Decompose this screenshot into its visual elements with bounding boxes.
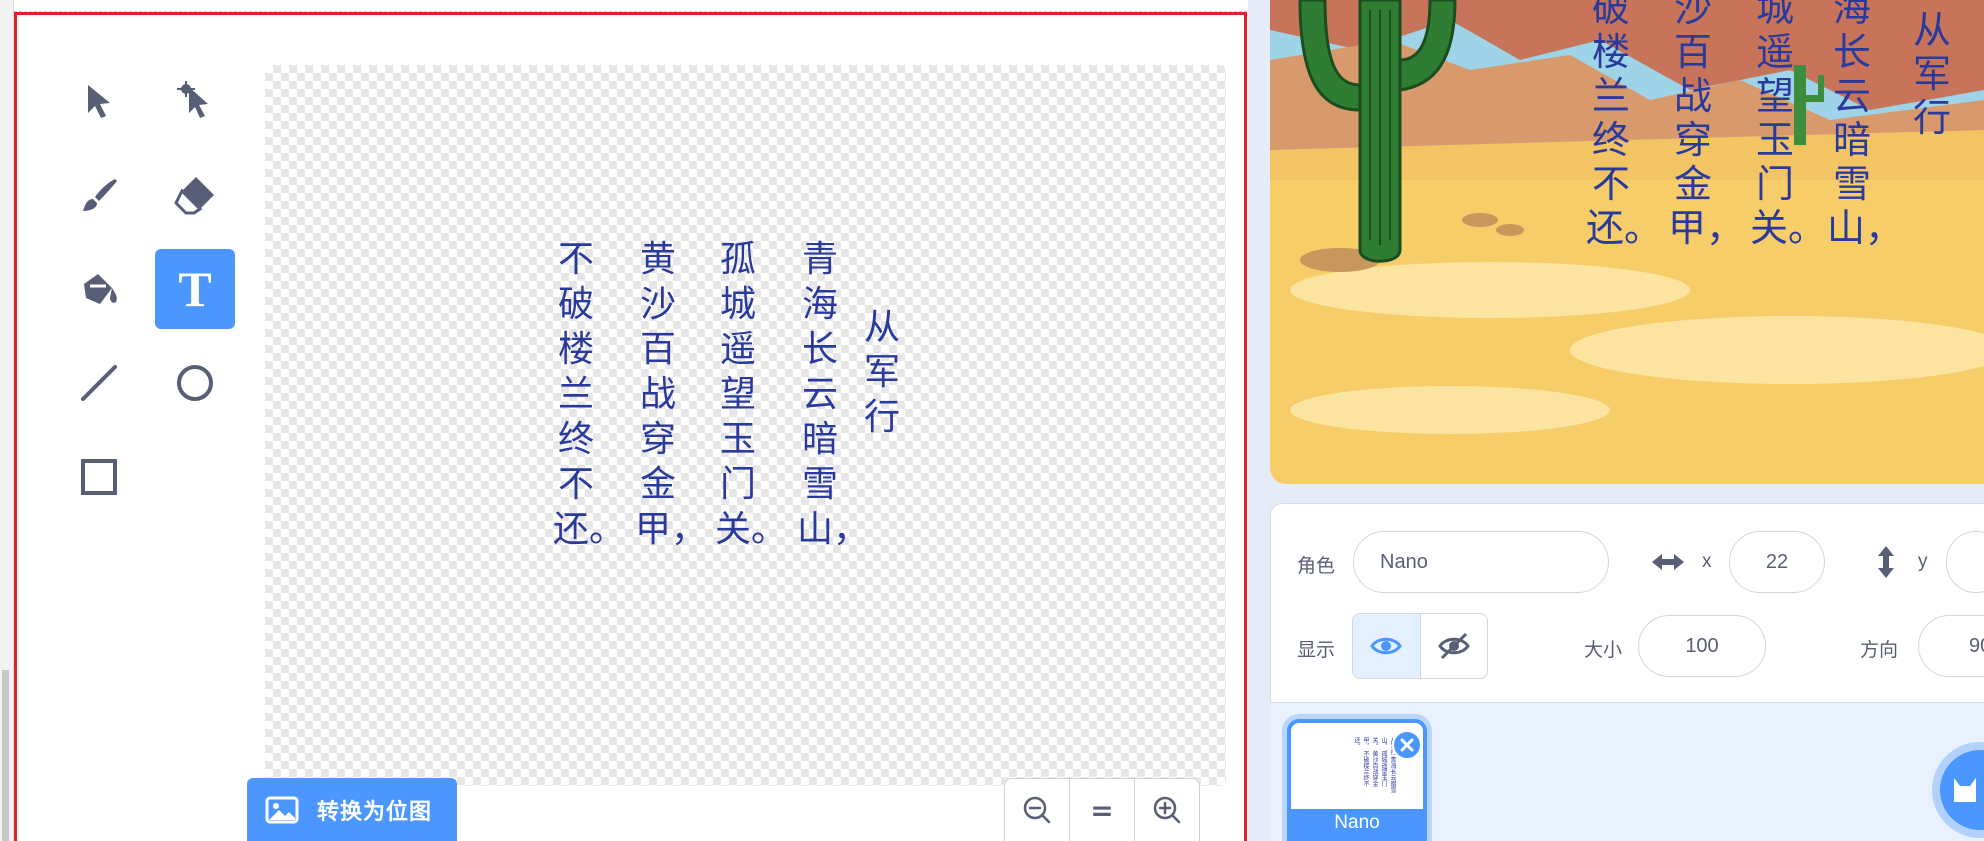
horizontal-arrows-icon xyxy=(1652,554,1684,570)
left-scroll-strip xyxy=(0,0,14,841)
convert-to-bitmap-button[interactable]: 转换为位图 xyxy=(247,778,457,841)
delete-sprite-button[interactable] xyxy=(1392,730,1422,760)
line-tool-icon[interactable] xyxy=(59,343,139,423)
sprite-name-label: 角色 xyxy=(1297,555,1336,577)
zoom-reset-button[interactable]: = xyxy=(1070,779,1135,841)
circle-tool-icon[interactable] xyxy=(155,343,235,423)
cat-icon xyxy=(1954,778,1976,802)
show-button[interactable] xyxy=(1353,614,1420,678)
zoom-in-icon xyxy=(1153,796,1181,824)
sprite-thumbnail-name: Nano xyxy=(1291,809,1423,837)
convert-to-bitmap-label: 转换为位图 xyxy=(317,799,433,825)
canvas-poem-line-4[interactable]: 不破楼兰终不还。 xyxy=(553,237,625,552)
direction-field[interactable]: 90 xyxy=(1918,615,1984,677)
scrollbar-thumb[interactable] xyxy=(2,670,9,841)
vertical-arrows-icon xyxy=(1878,546,1894,578)
stage-poem-line-1: 海长云暗雪山， xyxy=(1827,0,1904,250)
text-tool-icon[interactable]: T xyxy=(155,249,235,329)
top-divider xyxy=(14,0,1247,12)
sprite-thumbnail-preview: 从军行 青海长云暗雪山， 孤城遥望玉门关。 黄沙百战穿金甲， 不破楼兰终不还。 xyxy=(1353,737,1396,793)
show-label: 显示 xyxy=(1297,639,1336,661)
stage-poem-title: 从军行 xyxy=(1912,8,1951,140)
zoom-out-icon xyxy=(1023,796,1051,824)
close-icon xyxy=(1400,738,1414,752)
fill-tool-icon[interactable] xyxy=(59,249,139,329)
zoom-controls: = xyxy=(1004,778,1200,841)
canvas-poem-line-1[interactable]: 青海长云暗雪山， xyxy=(797,237,869,552)
rectangle-tool-icon[interactable] xyxy=(59,437,139,517)
paint-editor: T 从军行 青海长云暗雪山， 孤城遥望玉门关。 黄沙百战穿金甲， 不破楼兰终不还… xyxy=(14,12,1247,841)
x-field[interactable]: 22 xyxy=(1729,531,1825,593)
x-label: x xyxy=(1702,551,1712,572)
zoom-in-button[interactable] xyxy=(1135,779,1199,841)
reshape-tool-icon[interactable] xyxy=(155,61,235,141)
canvas-poem-line-2[interactable]: 孤城遥望玉门关。 xyxy=(715,237,787,552)
stage-poem-line-2: 城遥望玉门关。 xyxy=(1750,0,1827,250)
size-label: 大小 xyxy=(1584,639,1623,661)
direction-value: 90 xyxy=(1969,634,1984,657)
stage-poem-line-3: 沙百战穿金甲， xyxy=(1668,0,1745,250)
eye-icon xyxy=(1370,637,1403,655)
size-field[interactable]: 100 xyxy=(1638,615,1766,677)
canvas-poem-line-3[interactable]: 黄沙百战穿金甲， xyxy=(635,237,707,552)
select-tool-icon[interactable] xyxy=(59,61,139,141)
brush-tool-icon[interactable] xyxy=(59,155,139,235)
sprite-name-value: Nano xyxy=(1380,550,1428,573)
visibility-toggle xyxy=(1352,613,1488,679)
zoom-reset-label: = xyxy=(1090,793,1114,827)
text-tool-glyph: T xyxy=(178,261,212,317)
y-label: y xyxy=(1918,551,1928,572)
x-value: 22 xyxy=(1765,550,1789,573)
sprite-name-field[interactable]: Nano xyxy=(1353,531,1609,593)
eraser-tool-icon[interactable] xyxy=(155,155,235,235)
image-icon xyxy=(265,796,299,823)
direction-label: 方向 xyxy=(1860,639,1899,661)
size-value: 100 xyxy=(1685,634,1719,657)
eye-hidden-icon xyxy=(1437,632,1470,660)
cactus xyxy=(1298,0,1457,263)
paint-canvas[interactable]: 从军行 青海长云暗雪山， 孤城遥望玉门关。 黄沙百战穿金甲， 不破楼兰终不还。 xyxy=(265,65,1226,786)
stage-preview[interactable]: 从军行 海长云暗雪山， 城遥望玉门关。 沙百战穿金甲， 破楼兰终不还。 xyxy=(1270,0,1984,484)
zoom-out-button[interactable] xyxy=(1005,779,1070,841)
canvas-poem-title[interactable]: 从军行 xyxy=(859,305,905,440)
stage-poem-line-4: 破楼兰终不还。 xyxy=(1586,0,1663,250)
hide-button[interactable] xyxy=(1419,614,1488,678)
